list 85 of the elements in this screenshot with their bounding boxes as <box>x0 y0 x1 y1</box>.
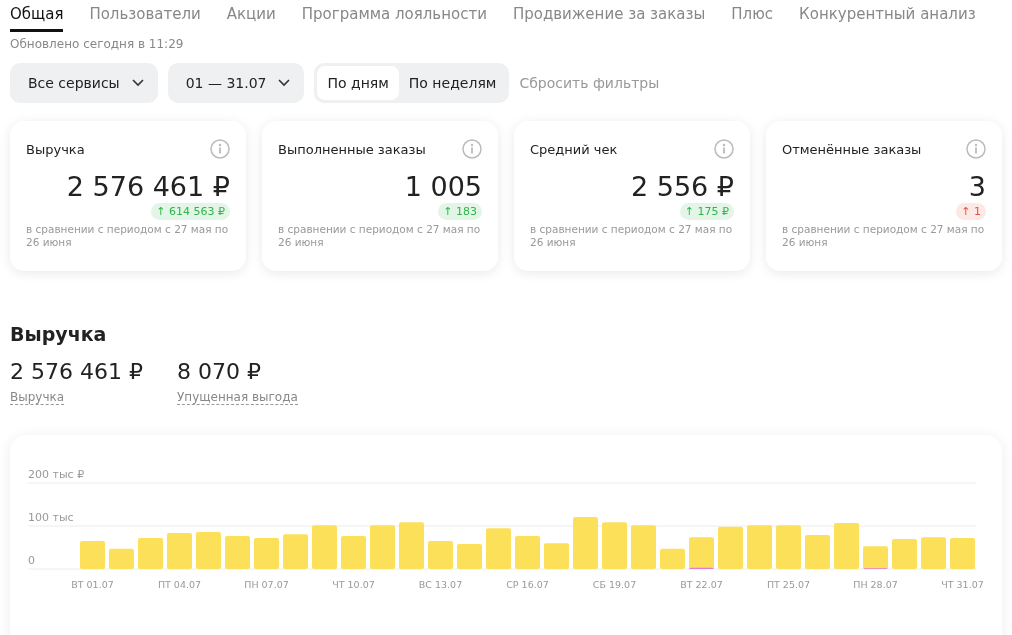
chevron-down-icon <box>278 79 291 87</box>
bar[interactable] <box>283 534 308 569</box>
metric-value: 1 005 <box>403 171 482 202</box>
bar[interactable] <box>370 525 395 569</box>
axis-label: 100 тыс <box>28 511 74 524</box>
bar[interactable] <box>950 538 975 569</box>
axis-label: ПН 07.07 <box>244 579 289 590</box>
info-icon[interactable] <box>714 139 734 159</box>
tab[interactable]: Акции <box>226 5 276 32</box>
delta-badge: ↑ 614 563 ₽ <box>151 203 230 220</box>
bar[interactable] <box>515 535 540 569</box>
info-icon[interactable] <box>966 139 986 159</box>
delta-badge: ↑ 175 ₽ <box>679 203 734 220</box>
axis-label: 200 тыс ₽ <box>28 468 85 481</box>
axis-label: ВТ 01.07 <box>71 579 114 590</box>
dropdown[interactable]: Все сервисы <box>10 63 158 103</box>
axis-label: ВС 13.07 <box>418 579 463 590</box>
section-title: Выручка <box>10 323 108 345</box>
bar[interactable] <box>167 532 192 569</box>
axis-label: ПН 28.07 <box>853 579 898 590</box>
total-value: 8 070 ₽ <box>176 359 262 384</box>
bar[interactable] <box>399 522 424 569</box>
bar[interactable] <box>109 548 134 569</box>
bar[interactable] <box>718 526 743 569</box>
metric-value: 2 556 ₽ <box>629 171 734 202</box>
tab[interactable]: Пользователи <box>89 5 201 32</box>
comparison-note: в сравнении с периодом с 27 мая по 26 июня <box>26 223 230 249</box>
bar[interactable] <box>341 535 366 569</box>
tab[interactable]: Конкурентный анализ <box>799 5 976 32</box>
info-icon[interactable] <box>210 139 230 159</box>
tab[interactable]: Плюс <box>731 5 774 32</box>
reset-link[interactable]: Сбросить фильтры <box>519 75 660 91</box>
bar[interactable] <box>689 537 714 569</box>
bar[interactable] <box>196 532 221 569</box>
bar[interactable] <box>660 548 685 569</box>
card-title: Выполненные заказы <box>278 141 426 157</box>
bar[interactable] <box>225 535 250 569</box>
tab[interactable]: Общая <box>10 5 64 32</box>
bar[interactable] <box>921 537 946 569</box>
metric-value: 3 <box>967 171 986 202</box>
axis-label: ПТ 25.07 <box>766 579 811 590</box>
comparison-note: в сравнении с периодом с 27 мая по 26 июня <box>278 223 482 249</box>
updated-time: Обновлено сегодня в 11:29 <box>10 37 185 51</box>
bar[interactable] <box>457 544 482 569</box>
bar[interactable] <box>254 538 279 569</box>
bar[interactable] <box>138 538 163 569</box>
bar[interactable] <box>544 543 569 569</box>
tab[interactable]: Программа лояльности <box>301 5 487 32</box>
delta-badge: ↑ 1 <box>956 203 986 220</box>
bar[interactable] <box>631 525 656 569</box>
bar[interactable] <box>747 525 772 569</box>
axis-label: ВТ 22.07 <box>680 579 723 590</box>
comparison-note: в сравнении с периодом с 27 мая по 26 июня <box>530 223 734 249</box>
metric-value: 2 576 461 ₽ <box>65 171 230 202</box>
bar[interactable] <box>776 525 801 569</box>
axis-label: ЧТ 10.07 <box>332 579 375 590</box>
bar[interactable] <box>834 523 859 569</box>
axis-label: 0 <box>28 554 35 567</box>
card-title: Выручка <box>26 141 85 157</box>
bar[interactable] <box>312 525 337 569</box>
axis-label: СР 16.07 <box>506 579 549 590</box>
total-label[interactable]: Упущенная выгода <box>176 390 298 405</box>
axis-label: ПТ 04.07 <box>157 579 202 590</box>
card-title: Отменённые заказы <box>782 141 922 157</box>
bar[interactable] <box>80 541 105 569</box>
dropdown[interactable]: 01 — 31.07 <box>167 63 305 103</box>
chevron-down-icon <box>131 79 144 87</box>
segment-button[interactable]: По неделям <box>398 66 507 100</box>
segment-button[interactable]: По дням <box>317 66 399 100</box>
tab[interactable]: Продвижение за заказы <box>512 5 706 32</box>
axis-label: СБ 19.07 <box>592 579 637 590</box>
card-title: Средний чек <box>530 141 618 157</box>
bar[interactable] <box>892 538 917 569</box>
bar[interactable] <box>602 522 627 569</box>
bar[interactable] <box>863 546 888 569</box>
axis-label: ЧТ 31.07 <box>941 579 984 590</box>
info-icon[interactable] <box>462 139 482 159</box>
bar[interactable] <box>428 541 453 569</box>
total-value: 2 576 461 ₽ <box>10 359 143 384</box>
bar[interactable] <box>486 528 511 569</box>
comparison-note: в сравнении с периодом с 27 мая по 26 июня <box>782 223 986 249</box>
delta-badge: ↑ 183 <box>438 203 482 220</box>
bar[interactable] <box>573 516 598 569</box>
bar[interactable] <box>805 535 830 569</box>
total-label[interactable]: Выручка <box>10 390 65 405</box>
